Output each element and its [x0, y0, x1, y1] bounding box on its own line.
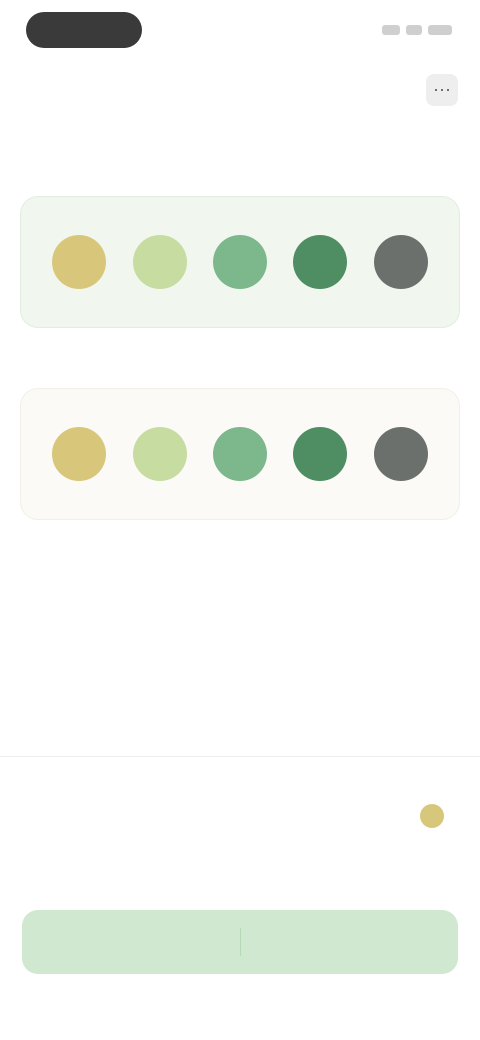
app-screen: ⋯ — [0, 0, 480, 1040]
color-swatch — [293, 427, 348, 481]
signal-icon — [382, 25, 400, 35]
more-icon: ⋯ — [433, 79, 451, 100]
palette-card-2[interactable] — [20, 388, 460, 520]
subheader — [30, 144, 450, 168]
palette-card-1[interactable] — [20, 196, 460, 328]
dynamic-island — [26, 12, 142, 48]
selected-summary-row — [28, 802, 452, 830]
color-swatch — [132, 235, 187, 289]
section-divider — [0, 756, 480, 757]
selected-color-dot — [420, 804, 444, 828]
second-summary-row — [28, 850, 452, 878]
header: ⋯ — [0, 64, 480, 116]
apply-button[interactable] — [22, 910, 458, 974]
color-swatch — [293, 235, 348, 289]
color-swatch — [373, 427, 428, 481]
color-swatch — [212, 427, 267, 481]
battery-icon — [428, 25, 452, 35]
color-swatch — [373, 235, 428, 289]
selected-summary-value — [420, 804, 452, 828]
color-swatch — [212, 235, 267, 289]
color-swatch — [52, 427, 107, 481]
wifi-icon — [406, 25, 422, 35]
color-swatch — [52, 235, 107, 289]
button-divider — [240, 928, 241, 956]
color-swatch — [132, 427, 187, 481]
more-button[interactable]: ⋯ — [426, 74, 458, 106]
status-icons — [352, 22, 452, 38]
